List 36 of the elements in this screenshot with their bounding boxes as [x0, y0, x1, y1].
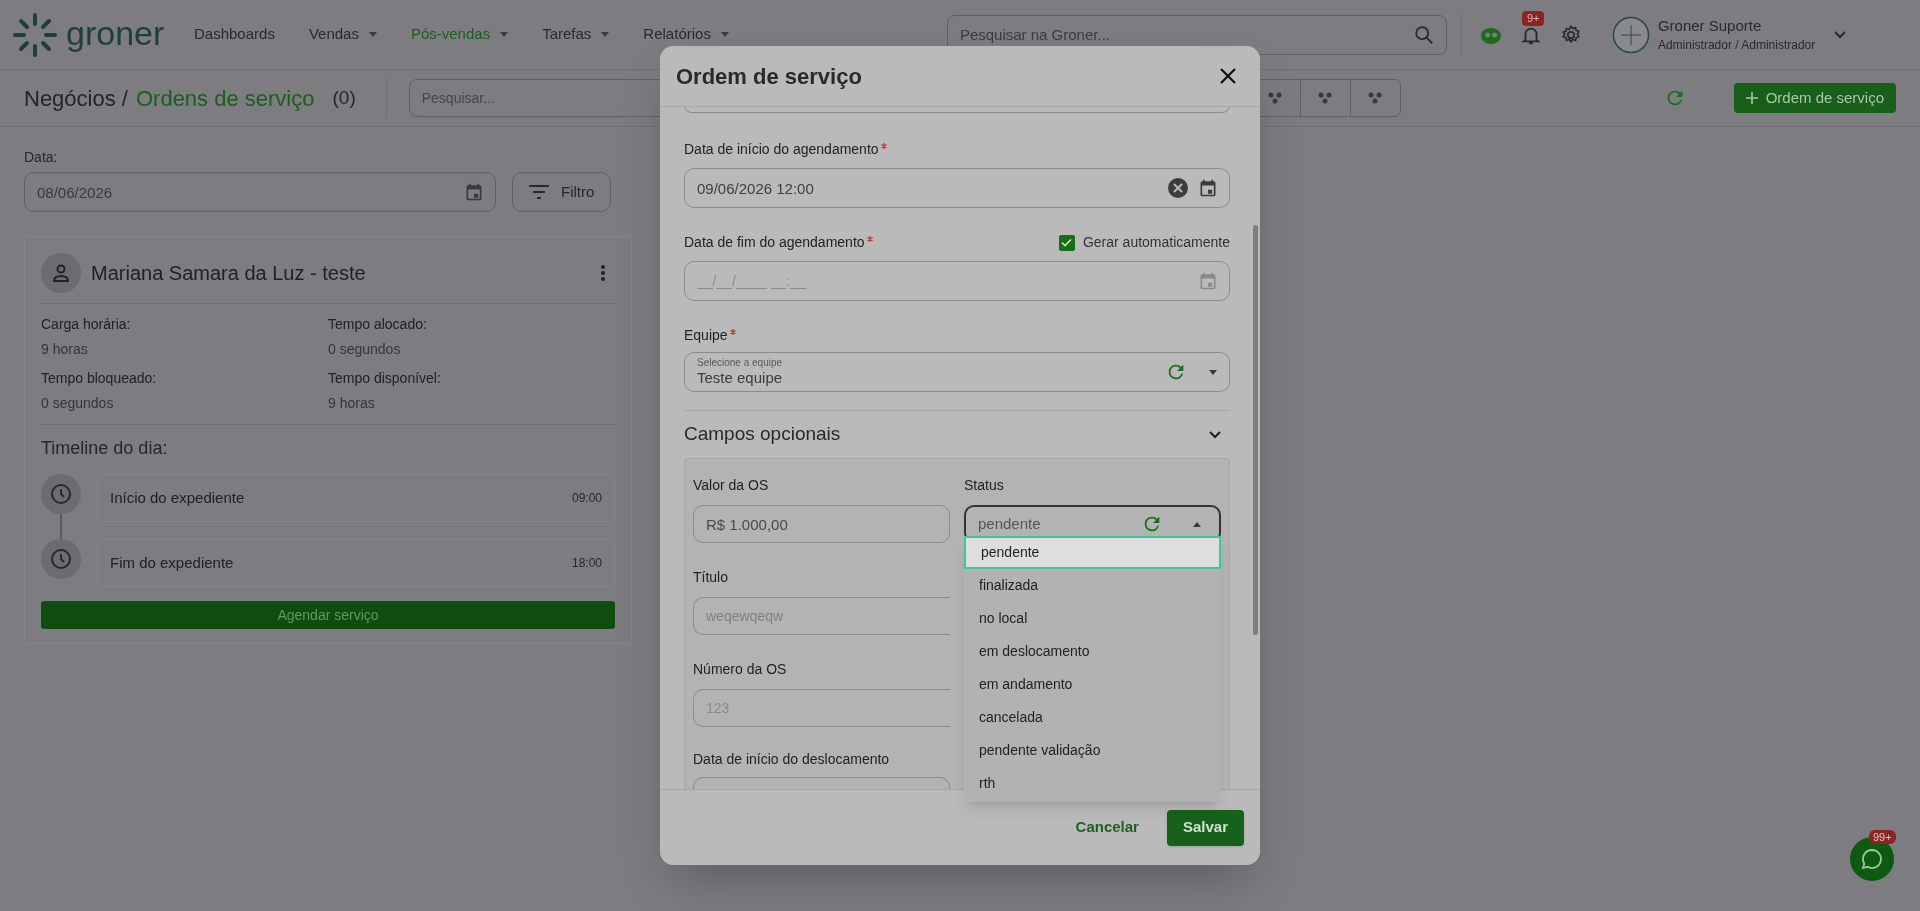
select-value: Teste equipe	[697, 369, 784, 387]
date-label: Data:	[24, 148, 59, 167]
timeline-label: Fim do expediente	[110, 552, 234, 573]
checkbox-label: Gerar automaticamente	[1082, 233, 1230, 252]
notification-badge: 9+	[1521, 10, 1545, 26]
stat-label: Tempo alocado:	[328, 315, 428, 334]
field-label: Data de início do deslocamento	[693, 751, 890, 767]
stat-label: Carga horária:	[41, 315, 132, 334]
field-label: Número da OS	[693, 661, 787, 677]
field-label: Título	[693, 569, 728, 585]
order-count: (0)	[332, 85, 356, 110]
stat-value: 9 horas	[328, 394, 376, 413]
user-name: Groner Suporte	[1657, 15, 1763, 36]
timeline-label: Início do expediente	[110, 487, 245, 508]
field-label: Data de fim do agendamento	[684, 233, 865, 252]
section-title: Campos opcionais	[684, 422, 841, 447]
floating-label: Selecione a equipe	[697, 357, 784, 369]
dialog-title: Ordem de serviço	[676, 62, 862, 91]
stat-label: Tempo disponível:	[328, 369, 442, 388]
field-label: Data de início do agendamento	[684, 140, 879, 159]
page-title: Ordens de serviço	[135, 84, 315, 113]
technician-name: Mariana Samara da Luz - teste	[91, 261, 366, 286]
stat-label: Tempo bloqueado:	[41, 369, 158, 388]
stat-value: 0 segundos	[328, 340, 402, 359]
logo-text: groner	[66, 15, 165, 50]
timeline-title: Timeline do dia:	[41, 437, 169, 460]
stat-value: 0 segundos	[41, 394, 115, 413]
timeline-time: 09:00	[571, 490, 602, 507]
select-value: pendente	[978, 513, 1042, 534]
user-role: Administrador / Administrador	[1657, 36, 1816, 54]
timeline-time: 18:00	[571, 555, 602, 572]
field-label: Valor da OS	[693, 477, 769, 493]
field-label: Status	[964, 477, 1004, 493]
chat-badge: 99+	[1869, 830, 1896, 844]
field-label: Equipe	[684, 326, 728, 345]
stat-value: 9 horas	[41, 340, 89, 359]
